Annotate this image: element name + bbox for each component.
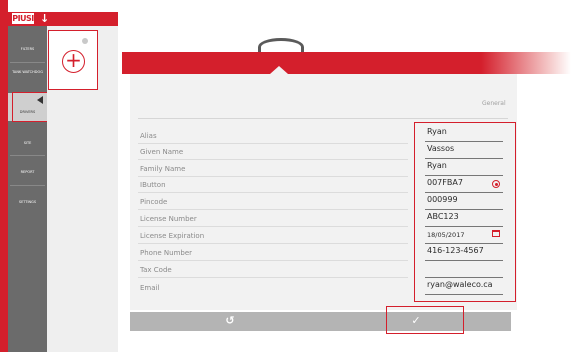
field-underline <box>425 175 503 176</box>
sidebar-divider <box>10 155 45 156</box>
caret-left-icon <box>37 96 43 104</box>
field-underline <box>425 158 503 159</box>
plus-circle-icon[interactable]: + <box>62 50 85 73</box>
label-ibutton: IButton <box>140 181 166 189</box>
license-number-field[interactable]: ABC123 <box>427 212 459 221</box>
sidebar <box>8 12 47 352</box>
header-band <box>122 52 571 74</box>
label-divider <box>138 209 408 210</box>
sidebar-item-report[interactable]: Report <box>8 170 47 175</box>
field-underline <box>425 294 503 295</box>
label-license-number: License Number <box>140 215 197 223</box>
field-underline <box>425 192 503 193</box>
device-edge <box>0 0 8 352</box>
field-underline <box>425 277 503 278</box>
family-name-field[interactable]: Ryan <box>427 161 447 170</box>
field-underline <box>425 209 503 210</box>
label-divider <box>138 260 408 261</box>
label-given-name: Given Name <box>140 148 184 156</box>
label-phone-number: Phone Number <box>140 249 193 257</box>
field-underline <box>425 260 503 261</box>
pincode-field[interactable]: 000999 <box>427 195 458 204</box>
label-divider <box>138 143 408 144</box>
header-notch <box>270 66 288 74</box>
sidebar-item-settings[interactable]: Settings <box>8 200 47 205</box>
field-underline <box>425 226 503 227</box>
label-tax-code: Tax Code <box>140 266 172 274</box>
piusi-logo: PIUSI <box>12 13 34 24</box>
settings-dot-icon <box>82 38 88 44</box>
sidebar-item-site[interactable]: Site <box>8 141 47 146</box>
phone-number-field[interactable]: 416-123-4567 <box>427 246 484 255</box>
sidebar-item-label: Tank Watchdog <box>12 70 43 74</box>
label-divider <box>138 192 408 193</box>
label-divider <box>138 243 408 244</box>
check-icon[interactable]: ✓ <box>406 313 426 329</box>
sidebar-divider <box>10 185 45 186</box>
label-divider <box>138 226 408 227</box>
section-divider <box>138 118 508 119</box>
undo-icon[interactable]: ↺ <box>220 313 240 329</box>
section-title[interactable]: General <box>482 100 506 107</box>
sidebar-item-filters[interactable]: Filters <box>8 47 47 52</box>
given-name-field[interactable]: Vassos <box>427 144 454 153</box>
label-license-expiration: License Expiration <box>140 232 205 240</box>
email-field[interactable]: ryan@waleco.ca <box>427 280 493 289</box>
drivers-highlight <box>12 92 49 122</box>
label-pincode: Pincode <box>140 198 168 206</box>
calendar-icon[interactable] <box>492 230 500 237</box>
sidebar-divider <box>10 62 45 63</box>
ibutton-icon[interactable] <box>492 180 500 188</box>
label-divider <box>138 277 408 278</box>
field-underline <box>425 243 503 244</box>
label-email: Email <box>140 284 160 292</box>
label-family-name: Family Name <box>140 165 186 173</box>
ibutton-field[interactable]: 007FBA7 <box>427 178 463 187</box>
license-expiration-field[interactable]: 18/05/2017 <box>427 231 464 239</box>
label-alias: Alias <box>140 132 157 140</box>
label-divider <box>138 176 408 177</box>
sidebar-item-tank-watchdog[interactable]: Tank Watchdog <box>8 70 47 75</box>
label-divider <box>138 159 408 160</box>
arrow-down-icon[interactable]: ↓ <box>40 12 49 26</box>
field-underline <box>425 141 503 142</box>
alias-field[interactable]: Ryan <box>427 127 447 136</box>
